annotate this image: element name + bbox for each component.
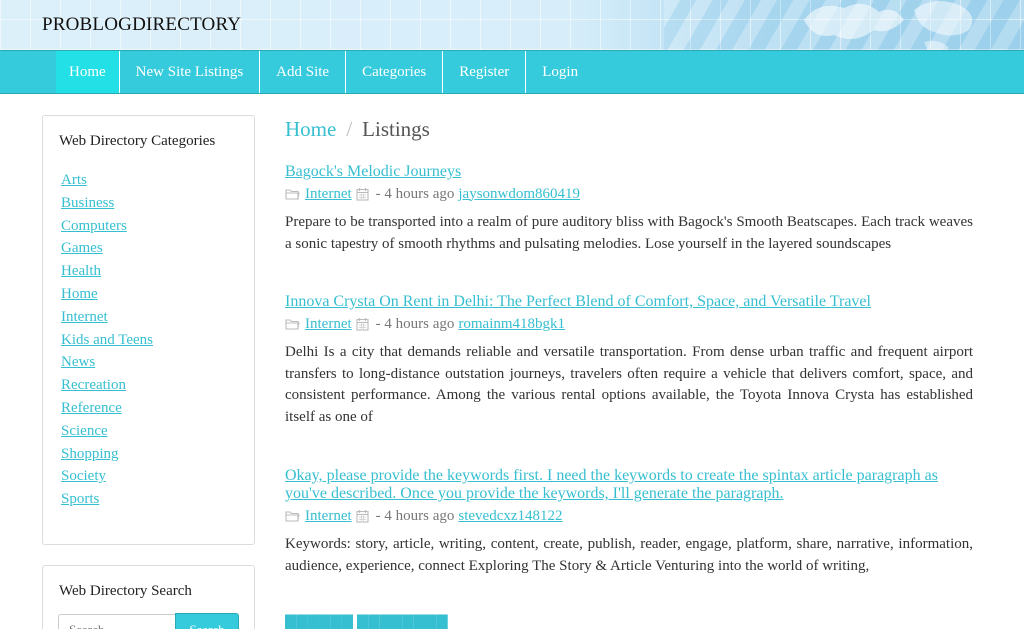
listing-category-link[interactable]: Internet <box>305 508 352 525</box>
list-item: Home <box>61 285 153 308</box>
listing-title-link[interactable]: Bagock's Melodic Journeys <box>285 163 973 181</box>
listing-category-link[interactable]: Internet <box>305 186 352 203</box>
listing-user-link[interactable]: jaysonwdom860419 <box>458 186 580 203</box>
listing-description: Prepare to be transported into a realm o… <box>285 214 973 252</box>
calendar-icon <box>356 317 372 331</box>
listing-item: Bagock's Melodic Journeys Internet - 4 h… <box>285 163 973 255</box>
list-item: Kids and Teens <box>61 331 153 354</box>
listing-description: Keywords: story, article, writing, conte… <box>285 536 973 574</box>
list-item: Health <box>61 262 153 285</box>
breadcrumb-home-link[interactable]: Home <box>285 117 336 141</box>
nav-login[interactable]: Login <box>526 51 594 93</box>
list-item: Computers <box>61 217 153 240</box>
category-link-society[interactable]: Society <box>61 468 106 484</box>
list-item: Shopping <box>61 445 153 468</box>
breadcrumb-separator: / <box>346 117 353 141</box>
main-navbar: Home New Site Listings Add Site Categori… <box>0 50 1024 94</box>
nav-new-site-listings[interactable]: New Site Listings <box>120 51 261 93</box>
listing-title-link[interactable]: Okay, please provide the keywords first.… <box>285 467 973 503</box>
category-link-sports[interactable]: Sports <box>61 491 99 507</box>
category-link-business[interactable]: Business <box>61 195 114 211</box>
nav-categories[interactable]: Categories <box>346 51 444 93</box>
nav-list: Home New Site Listings Add Site Categori… <box>56 51 594 93</box>
site-header: PROBLOGDIRECTORY <box>0 0 1024 50</box>
category-link-reference[interactable]: Reference <box>61 400 122 416</box>
listing-category-link[interactable]: Internet <box>305 316 352 333</box>
category-link-games[interactable]: Games <box>61 240 103 256</box>
listing-meta: Internet - 4 hours ago romainm418bgk1 <box>285 314 973 334</box>
breadcrumb: Home / Listings <box>285 117 430 142</box>
calendar-icon <box>356 509 372 523</box>
category-link-science[interactable]: Science <box>61 423 108 439</box>
category-link-arts[interactable]: Arts <box>61 172 87 188</box>
listing-meta: Internet - 4 hours ago stevedcxz148122 <box>285 506 973 526</box>
listing-time: - 4 hours ago <box>375 315 455 332</box>
category-link-recreation[interactable]: Recreation <box>61 377 126 393</box>
world-map-decoration <box>804 1 973 50</box>
search-panel: Web Directory Search Search <box>42 565 255 629</box>
listing-time: - 4 hours ago <box>375 507 455 524</box>
listing-user-link[interactable]: stevedcxz148122 <box>458 508 562 525</box>
listing-title-link[interactable]: Innova Crysta On Rent in Delhi: The Perf… <box>285 293 973 311</box>
category-link-news[interactable]: News <box>61 354 95 370</box>
category-list: Arts Business Computers Games Health Hom… <box>61 171 153 513</box>
search-panel-title: Web Directory Search <box>59 583 192 599</box>
list-item: Sports <box>61 490 153 513</box>
category-link-health[interactable]: Health <box>61 263 101 279</box>
list-item: Science <box>61 422 153 445</box>
nav-register[interactable]: Register <box>443 51 527 93</box>
nav-home[interactable]: Home <box>56 51 120 93</box>
folder-icon <box>285 317 301 331</box>
categories-panel: Web Directory Categories Arts Business C… <box>42 115 255 545</box>
category-link-internet[interactable]: Internet <box>61 309 108 325</box>
search-button[interactable]: Search <box>175 613 239 629</box>
list-item: Arts <box>61 171 153 194</box>
category-link-computers[interactable]: Computers <box>61 218 127 234</box>
list-item: News <box>61 353 153 376</box>
category-link-shopping[interactable]: Shopping <box>61 446 119 462</box>
list-item: Reference <box>61 399 153 422</box>
site-brand[interactable]: PROBLOGDIRECTORY <box>42 14 241 36</box>
breadcrumb-current: Listings <box>362 117 430 141</box>
nav-add-site[interactable]: Add Site <box>260 51 347 93</box>
calendar-icon <box>356 187 372 201</box>
listing-time: - 4 hours ago <box>375 185 455 202</box>
category-link-home[interactable]: Home <box>61 286 98 302</box>
folder-icon <box>285 509 301 523</box>
list-item: Games <box>61 239 153 262</box>
search-input[interactable] <box>58 614 176 629</box>
category-link-kids-and-teens[interactable]: Kids and Teens <box>61 332 153 348</box>
listing-meta: Internet - 4 hours ago jaysonwdom860419 <box>285 184 973 204</box>
listing-user-link[interactable]: romainm418bgk1 <box>458 316 565 333</box>
listing-item: Innova Crysta On Rent in Delhi: The Perf… <box>285 293 973 428</box>
listing-description: Delhi Is a city that demands reliable an… <box>285 344 973 425</box>
list-item: Recreation <box>61 376 153 399</box>
list-item: Society <box>61 467 153 490</box>
list-item: Business <box>61 194 153 217</box>
listing-item: Okay, please provide the keywords first.… <box>285 467 973 577</box>
folder-icon <box>285 187 301 201</box>
listing-title-link[interactable]: ██████ ████████ <box>285 616 973 629</box>
list-item: Internet <box>61 308 153 331</box>
listing-item: ██████ ████████ <box>285 616 973 629</box>
categories-panel-title: Web Directory Categories <box>59 133 216 149</box>
